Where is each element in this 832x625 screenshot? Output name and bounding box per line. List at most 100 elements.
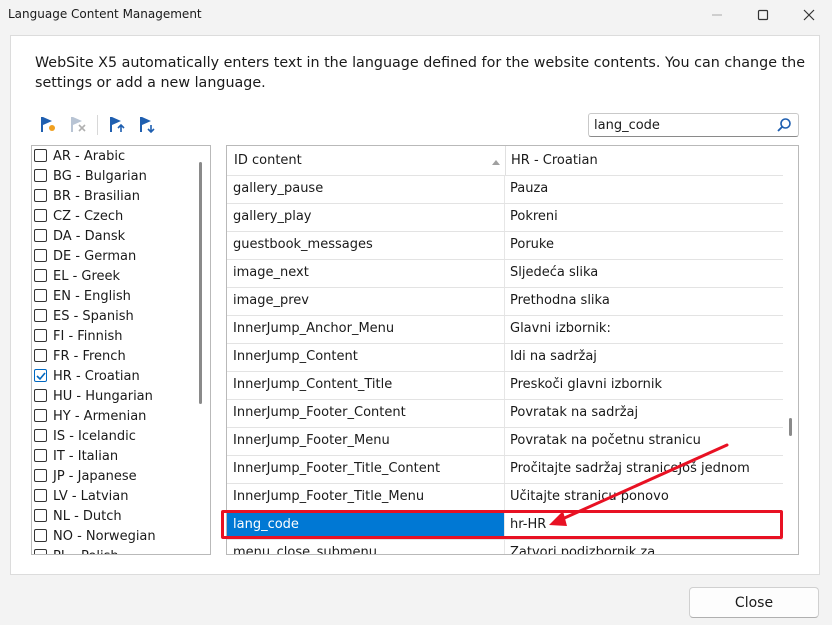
language-item[interactable]: HR - Croatian	[32, 366, 202, 386]
cell-id[interactable]: InnerJump_Footer_Title_Menu	[233, 489, 424, 504]
table-row[interactable]: image_next Sljedeća slika	[227, 259, 783, 287]
language-checkbox[interactable]	[34, 469, 47, 482]
close-icon[interactable]	[786, 0, 832, 30]
language-checkbox[interactable]	[34, 269, 47, 282]
cell-id[interactable]: InnerJump_Footer_Title_Content	[233, 461, 440, 476]
language-item[interactable]: DE - German	[32, 246, 202, 266]
language-list-scrollbar[interactable]	[199, 162, 202, 404]
table-row[interactable]: InnerJump_Footer_Title_Content Pročitajte…	[227, 455, 783, 483]
language-item[interactable]: HU - Hungarian	[32, 386, 202, 406]
cell-translation[interactable]: Prethodna slika	[510, 293, 610, 308]
table-row[interactable]: menu_close_submenu Zatvori podizbornik za	[227, 539, 783, 554]
table-row[interactable]: image_prev Prethodna slika	[227, 287, 783, 315]
language-item[interactable]: PL - Polish	[32, 546, 202, 554]
language-item[interactable]: NL - Dutch	[32, 506, 202, 526]
language-item[interactable]: BR - Brasilian	[32, 186, 202, 206]
cell-id[interactable]: gallery_play	[233, 209, 312, 224]
search-input[interactable]	[589, 114, 769, 136]
language-item[interactable]: NO - Norwegian	[32, 526, 202, 546]
table-row[interactable]: gallery_play Pokreni	[227, 203, 783, 231]
language-item[interactable]: JP - Japanese	[32, 466, 202, 486]
language-item[interactable]: EN - English	[32, 286, 202, 306]
language-checkbox[interactable]	[34, 329, 47, 342]
cell-id[interactable]: InnerJump_Anchor_Menu	[233, 321, 394, 336]
cell-id[interactable]: image_next	[233, 265, 309, 280]
cell-id[interactable]: InnerJump_Content	[233, 349, 358, 364]
cell-id[interactable]: gallery_pause	[233, 181, 323, 196]
maximize-icon[interactable]	[740, 0, 786, 30]
cell-id[interactable]: InnerJump_Content_Title	[233, 377, 392, 392]
cell-translation[interactable]: Povratak na sadržaj	[510, 405, 638, 420]
language-item[interactable]: HY - Armenian	[32, 406, 202, 426]
language-checkbox[interactable]	[34, 169, 47, 182]
cell-translation[interactable]: Glavni izbornik:	[510, 321, 611, 336]
language-item[interactable]: FR - French	[32, 346, 202, 366]
table-row[interactable]: InnerJump_Content Idi na sadržaj	[227, 343, 783, 371]
table-row[interactable]: InnerJump_Footer_Title_Menu Učitajte stra…	[227, 483, 783, 511]
remove-language-flag-icon[interactable]	[68, 114, 88, 134]
language-item[interactable]: AR - Arabic	[32, 146, 202, 166]
cell-id[interactable]: menu_close_submenu	[233, 545, 377, 554]
language-checkbox[interactable]	[34, 429, 47, 442]
language-checkbox[interactable]	[34, 309, 47, 322]
cell-translation[interactable]: Zatvori podizbornik za	[510, 545, 655, 554]
language-checkbox[interactable]	[34, 149, 47, 162]
language-item[interactable]: CZ - Czech	[32, 206, 202, 226]
cell-translation[interactable]: Pročitajte sadržaj straniceJoš jednom	[510, 461, 750, 476]
language-label: HR - Croatian	[53, 368, 140, 384]
language-label: HU - Hungarian	[53, 388, 153, 404]
move-down-flag-icon[interactable]	[137, 114, 157, 134]
language-checkbox[interactable]	[34, 289, 47, 302]
cell-id[interactable]: guestbook_messages	[233, 237, 373, 252]
language-checkbox[interactable]	[34, 409, 47, 422]
content-table[interactable]: ID content HR - Croatian gallery_pause Pa…	[226, 145, 799, 555]
move-up-flag-icon[interactable]	[107, 114, 127, 134]
language-item[interactable]: IS - Icelandic	[32, 426, 202, 446]
add-language-flag-icon[interactable]	[38, 114, 58, 134]
language-checkbox[interactable]	[34, 449, 47, 462]
cell-id[interactable]: InnerJump_Footer_Content	[233, 405, 406, 420]
cell-translation[interactable]: Pauza	[510, 181, 548, 196]
language-checkbox[interactable]	[34, 209, 47, 222]
minimize-icon[interactable]	[694, 0, 740, 30]
language-checkbox[interactable]	[34, 349, 47, 362]
language-checkbox[interactable]	[34, 249, 47, 262]
cell-translation[interactable]: Pokreni	[510, 209, 558, 224]
language-item[interactable]: LV - Latvian	[32, 486, 202, 506]
language-item[interactable]: FI - Finnish	[32, 326, 202, 346]
cell-translation[interactable]: Idi na sadržaj	[510, 349, 597, 364]
cell-id[interactable]: InnerJump_Footer_Menu	[233, 433, 390, 448]
table-row[interactable]: InnerJump_Footer_Content Povratak na sadr…	[227, 399, 783, 427]
table-row[interactable]: InnerJump_Anchor_Menu Glavni izbornik:	[227, 315, 783, 343]
language-checkbox[interactable]	[34, 189, 47, 202]
language-checkbox[interactable]	[34, 389, 47, 402]
column-header-language[interactable]: HR - Croatian	[511, 153, 598, 168]
table-row[interactable]: InnerJump_Footer_Menu Povratak na početnu…	[227, 427, 783, 455]
language-checkbox[interactable]	[34, 489, 47, 502]
table-row[interactable]: gallery_pause Pauza	[227, 175, 783, 203]
cell-translation[interactable]: Povratak na početnu stranicu	[510, 433, 701, 448]
language-item[interactable]: IT - Italian	[32, 446, 202, 466]
language-list[interactable]: AR - Arabic BG - Bulgarian BR - Brasilian C…	[31, 145, 211, 555]
language-checkbox[interactable]	[34, 369, 47, 382]
language-item[interactable]: DA - Dansk	[32, 226, 202, 246]
cell-id[interactable]: image_prev	[233, 293, 309, 308]
cell-translation[interactable]: Poruke	[510, 237, 554, 252]
search-box[interactable]	[588, 113, 799, 137]
language-checkbox[interactable]	[34, 529, 47, 542]
table-scrollbar[interactable]	[789, 418, 792, 436]
language-item[interactable]: EL - Greek	[32, 266, 202, 286]
close-button[interactable]: Close	[689, 587, 819, 618]
language-item[interactable]: ES - Spanish	[32, 306, 202, 326]
cell-translation[interactable]: Učitajte stranicu ponovo	[510, 489, 669, 504]
table-row[interactable]: guestbook_messages Poruke	[227, 231, 783, 259]
language-checkbox[interactable]	[34, 509, 47, 522]
language-checkbox[interactable]	[34, 229, 47, 242]
cell-translation[interactable]: Preskoči glavni izbornik	[510, 377, 662, 392]
table-row[interactable]: InnerJump_Content_Title Preskoči glavni i…	[227, 371, 783, 399]
column-header-id[interactable]: ID content	[234, 153, 302, 168]
search-icon[interactable]	[776, 117, 792, 137]
language-checkbox[interactable]	[34, 549, 47, 554]
cell-translation[interactable]: Sljedeća slika	[510, 265, 598, 280]
language-item[interactable]: BG - Bulgarian	[32, 166, 202, 186]
